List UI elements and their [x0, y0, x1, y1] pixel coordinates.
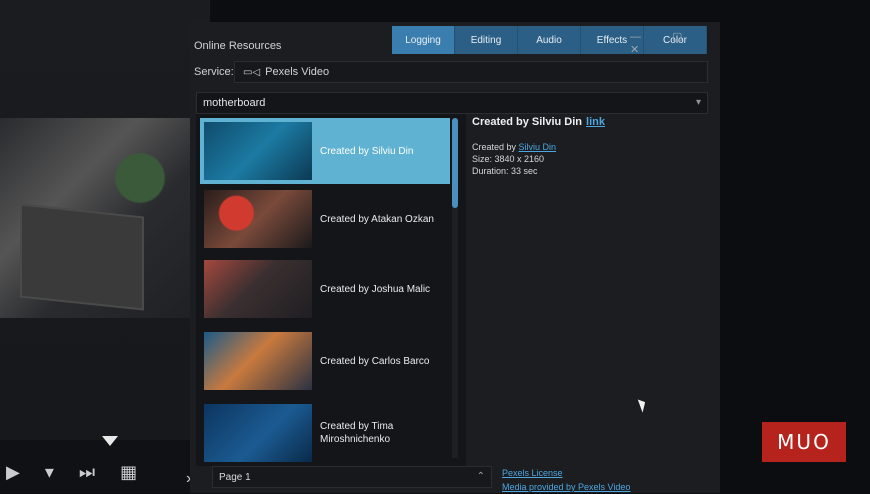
result-label: Created by Carlos Barco — [320, 355, 430, 367]
muo-logo: MUO — [762, 422, 846, 462]
list-item[interactable]: Created by Atakan Ozkan — [200, 186, 450, 252]
window-controls[interactable]: — ▢ ✕ — [630, 30, 720, 56]
tab-audio[interactable]: Audio — [518, 26, 581, 54]
result-label: Created by Silviu Din — [320, 145, 414, 157]
service-label: Service: — [194, 66, 234, 78]
panel-title: Online Resources — [194, 40, 282, 52]
page-value: Page 1 — [219, 471, 251, 483]
thumbnail — [204, 260, 312, 318]
list-item[interactable]: Created by Carlos Barco — [200, 328, 450, 394]
video-camera-icon: ▭◁ — [243, 66, 261, 78]
created-by-prefix: Created by — [472, 142, 517, 152]
author-link[interactable]: Silviu Din — [519, 142, 557, 152]
scroll-thumb[interactable] — [452, 118, 458, 208]
list-item[interactable]: Created by Silviu Din — [200, 118, 450, 184]
result-label: Created by Joshua Malic — [320, 283, 431, 295]
results-list: Created by Silviu Din Created by Atakan … — [196, 114, 466, 466]
list-item[interactable]: Created by Joshua Malic — [200, 256, 450, 322]
detail-created-by: Created by Silviu Din — [472, 142, 556, 152]
thumbnail — [204, 404, 312, 462]
online-resources-panel: Online Resources Logging Editing Audio E… — [190, 22, 720, 493]
details-pane: Created by Silviu Din link Created by Sil… — [472, 114, 708, 494]
service-value: Pexels Video — [265, 66, 330, 78]
detail-title-text: Created by Silviu Din — [472, 116, 583, 128]
detail-size: Size: 3840 x 2160 — [472, 154, 545, 164]
detail-title: Created by Silviu Din link — [472, 116, 605, 128]
thumbnail — [204, 190, 312, 248]
page-selector[interactable]: Page 1 ⌃ — [212, 466, 492, 488]
thumbnail — [204, 332, 312, 390]
list-item[interactable]: Created by Tima Miroshnichenko — [200, 400, 450, 466]
result-label: Created by Atakan Ozkan — [320, 213, 434, 225]
tab-logging[interactable]: Logging — [392, 26, 455, 54]
video-preview-ssd — [20, 203, 144, 311]
license-link[interactable]: Pexels License — [502, 468, 563, 478]
thumbnail — [204, 122, 312, 180]
search-value: motherboard — [203, 97, 266, 109]
detail-title-link[interactable]: link — [586, 116, 605, 128]
detail-duration: Duration: 33 sec — [472, 166, 538, 176]
service-select[interactable]: ▭◁ Pexels Video — [234, 61, 708, 83]
results-scrollbar[interactable] — [452, 118, 458, 458]
result-label: Created by Tima Miroshnichenko — [320, 421, 394, 445]
search-input[interactable]: motherboard ▾ — [196, 92, 708, 114]
playback-controls[interactable]: ▶ ▾ ⏭ ▦ — [6, 462, 147, 483]
chevron-down-icon[interactable]: ▾ — [696, 97, 701, 108]
provider-link[interactable]: Media provided by Pexels Video — [502, 482, 630, 492]
tab-editing[interactable]: Editing — [455, 26, 518, 54]
playhead-marker-icon[interactable] — [102, 436, 118, 446]
